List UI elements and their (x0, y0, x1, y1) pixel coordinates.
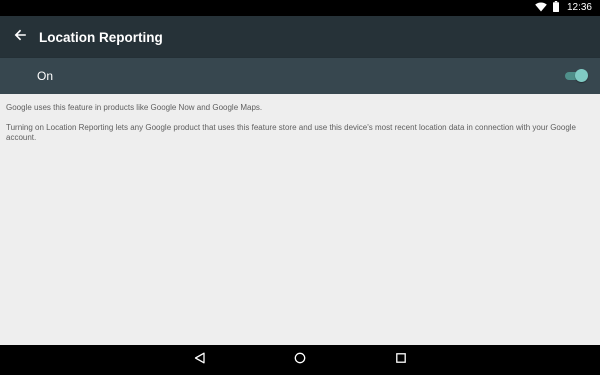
toggle-thumb (575, 69, 588, 82)
content-area: Google uses this feature in products lik… (0, 94, 600, 345)
recents-square-icon (395, 351, 407, 369)
description-paragraph: Google uses this feature in products lik… (6, 103, 263, 112)
home-circle-icon (294, 351, 306, 369)
status-icons: 12:36 (535, 0, 592, 16)
arrow-back-icon (14, 28, 26, 46)
back-triangle-icon (194, 351, 206, 369)
status-time: 12:36 (566, 2, 592, 13)
nav-home-button[interactable] (292, 352, 308, 368)
master-switch-bar[interactable]: On (0, 58, 600, 94)
description-paragraph: Turning on Location Reporting lets any G… (6, 123, 577, 142)
wifi-icon (535, 0, 547, 17)
screen: 12:36 Location Reporting On Google uses … (0, 0, 600, 375)
location-reporting-toggle[interactable] (565, 69, 588, 83)
status-bar: 12:36 (0, 0, 600, 16)
battery-icon (552, 0, 559, 17)
page-title: Location Reporting (39, 29, 163, 45)
back-button[interactable] (2, 16, 38, 58)
toolbar: Location Reporting (0, 16, 600, 58)
nav-recents-button[interactable] (393, 352, 409, 368)
navigation-bar (0, 345, 600, 375)
nav-back-button[interactable] (192, 352, 208, 368)
switch-label: On (37, 69, 54, 83)
